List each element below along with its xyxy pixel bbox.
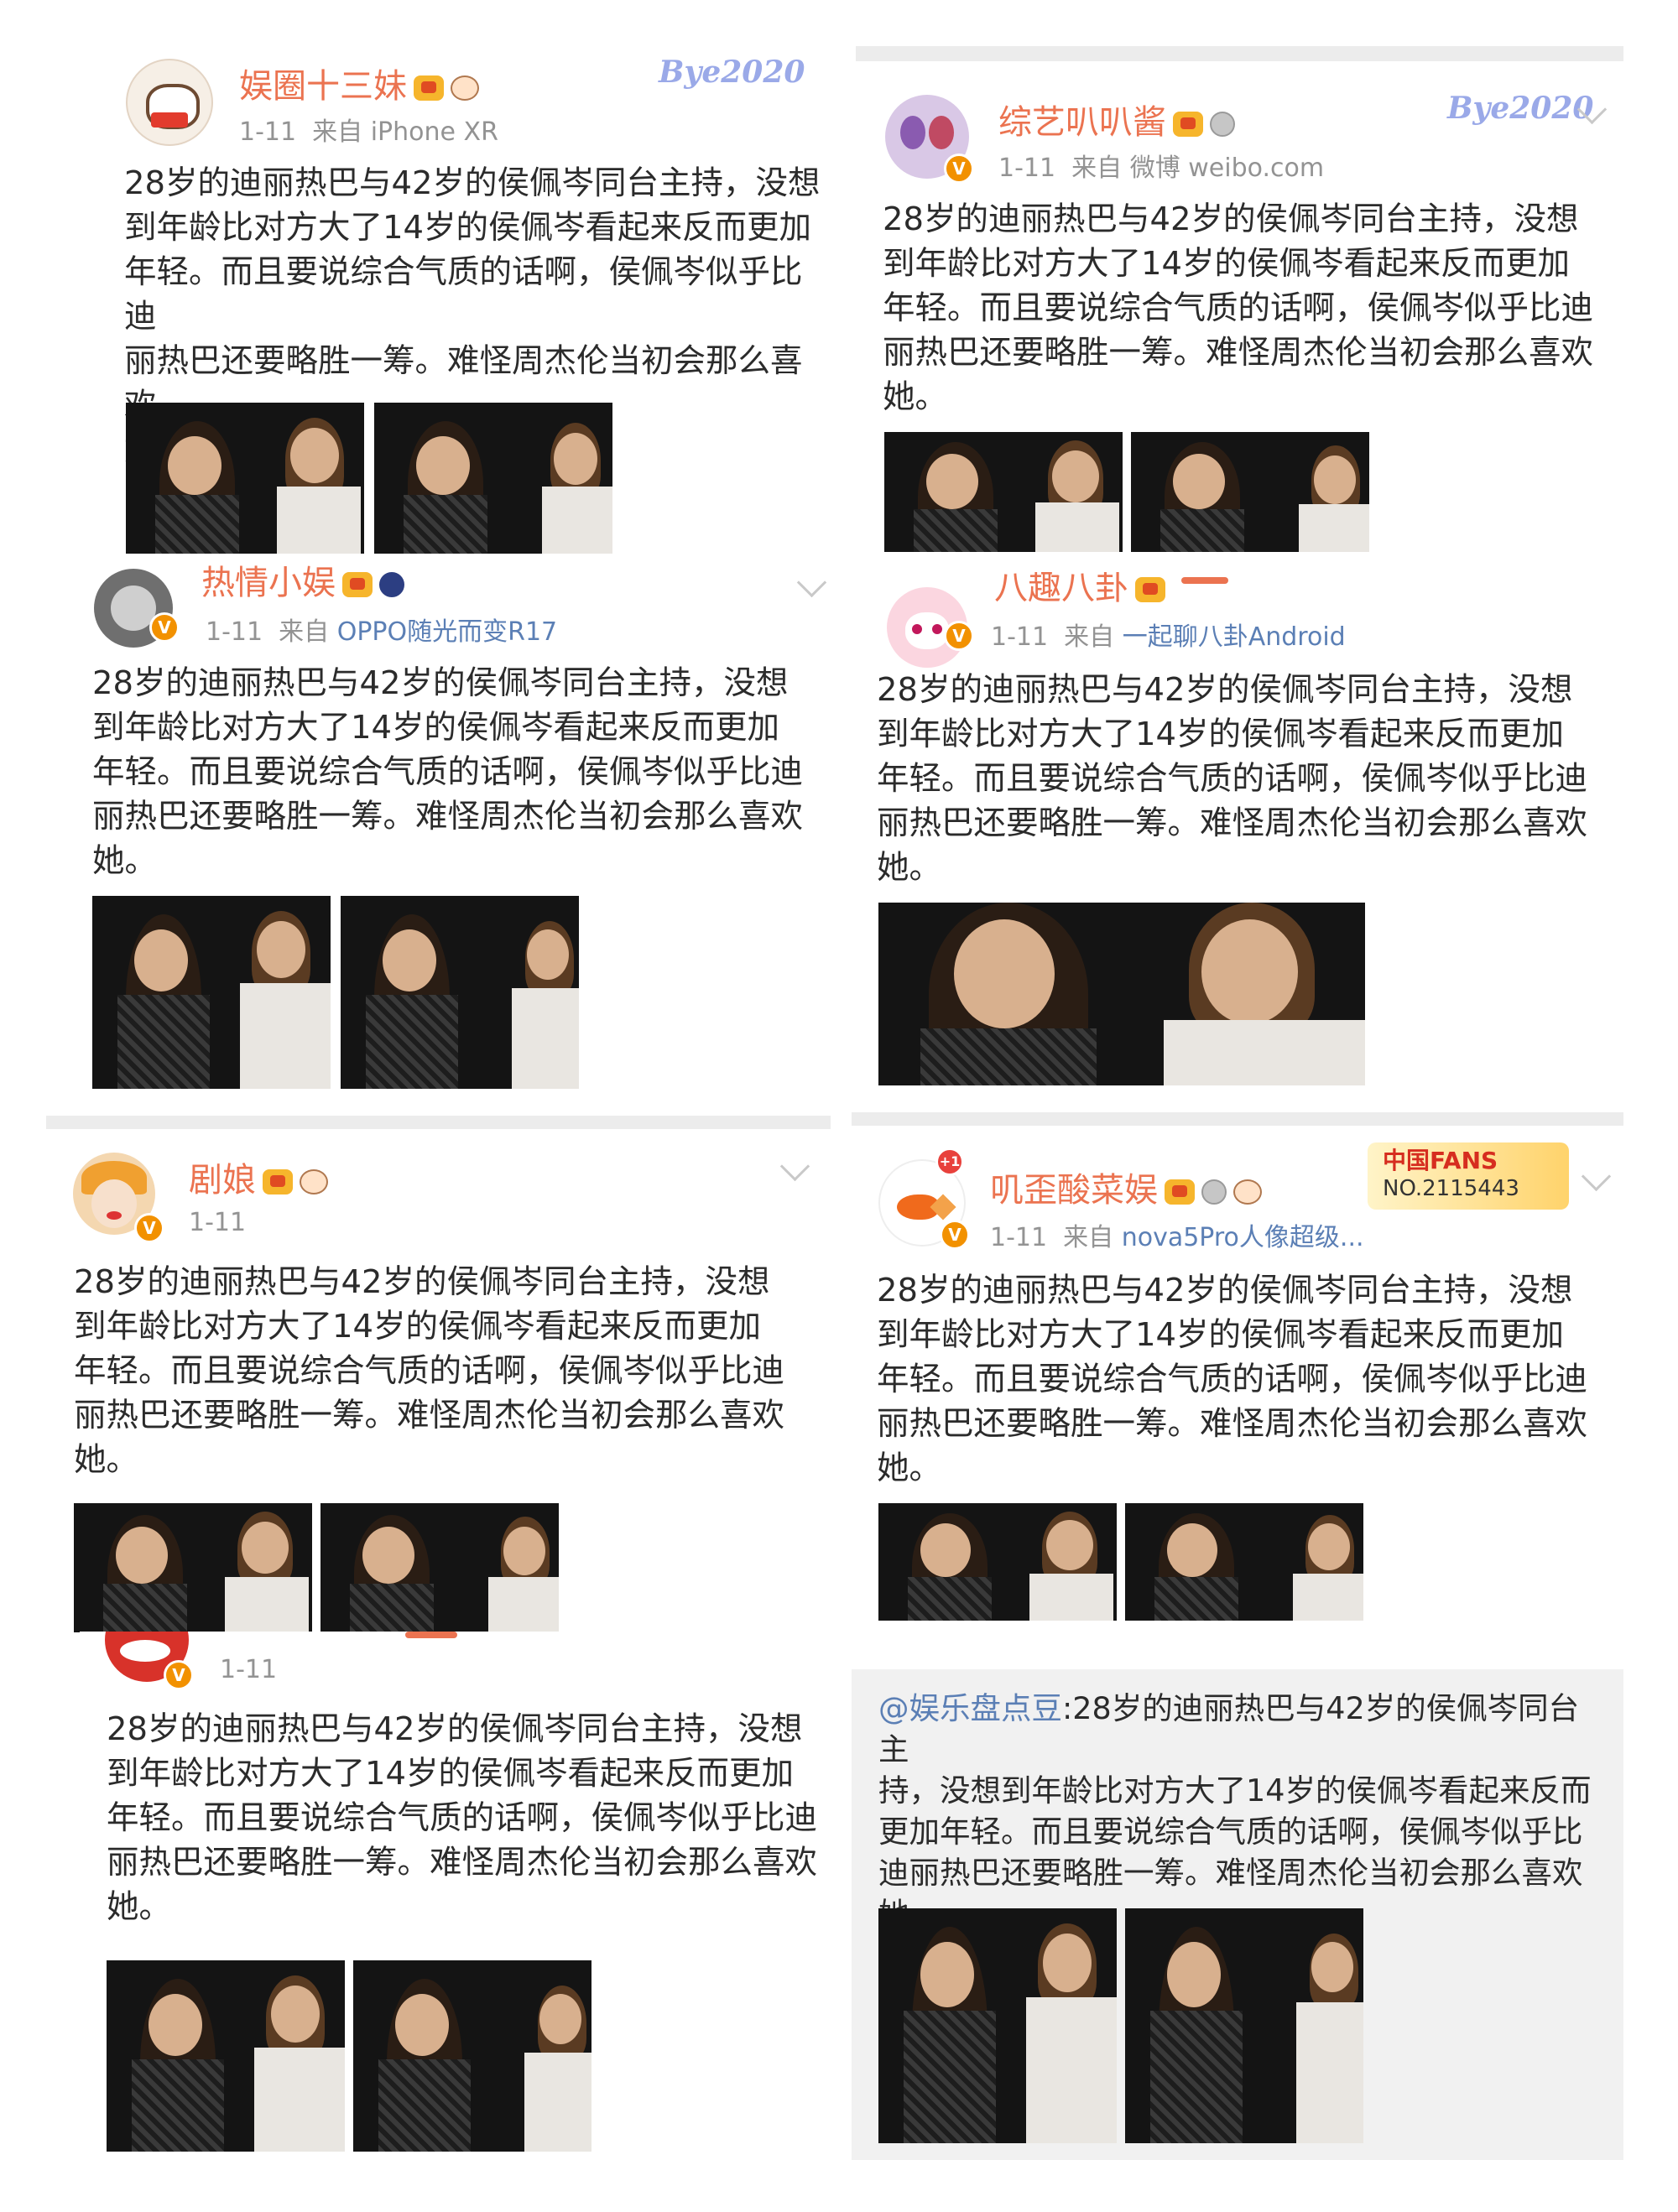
medal-icon [379, 572, 404, 597]
post-text: 28岁的迪丽热巴与42岁的侯佩岑同台主持，没想 到年龄比对方大了14岁的侯佩岑看… [74, 1263, 785, 1479]
vip-crown-icon [263, 1169, 293, 1194]
post-card: V 1-11 28岁的迪丽热巴与42岁的侯佩岑同台主持，没想 到年龄比对方大了1… [80, 1632, 835, 2152]
verified-v-icon: V [944, 154, 974, 184]
post-image[interactable] [126, 403, 364, 554]
post-image[interactable] [341, 896, 579, 1089]
vip-crown-icon [1165, 1179, 1195, 1205]
pig-face-icon [1233, 1179, 1262, 1205]
divider [46, 1116, 831, 1129]
post-text: 28岁的迪丽热巴与42岁的侯佩岑同台主持，没想 到年龄比对方大了14岁的侯佩岑看… [883, 200, 1594, 416]
post-meta: 1-11 [189, 1208, 247, 1237]
post-image[interactable] [878, 1503, 1117, 1621]
verified-v-icon: V [134, 1213, 164, 1243]
post-text: 28岁的迪丽热巴与42岁的侯佩岑同台主持，没想 到年龄比对方大了14岁的侯佩岑看… [107, 1710, 818, 1926]
pig-face-icon [300, 1169, 328, 1194]
pig-face-icon [451, 75, 479, 101]
plus-one-badge: +1 [935, 1148, 964, 1176]
fans-badge: 中国FANS NO.2115443 [1368, 1142, 1569, 1210]
bye2020-badge: Bye2020 [1447, 91, 1594, 126]
post-image[interactable] [107, 1960, 345, 2152]
avatar[interactable] [126, 59, 213, 146]
post-image[interactable] [374, 403, 612, 554]
verified-v-icon: V [164, 1660, 194, 1690]
post-card: V 八趣八卦 1-11 来自 一起聊八卦Android 28岁的迪丽热巴与42岁… [852, 572, 1623, 1085]
post-image[interactable] [1125, 1503, 1363, 1621]
post-card: V 热情小娱 1-11 来自 OPPO随光而变R17 28岁的迪丽热巴与42岁的… [50, 564, 831, 1094]
post-image[interactable] [353, 1960, 591, 2152]
post-image[interactable] [92, 896, 331, 1089]
username[interactable]: 剧娘 [189, 1153, 328, 1201]
repost-user-link[interactable]: @娱乐盘点豆 [878, 1690, 1062, 1726]
post-image[interactable] [320, 1503, 559, 1632]
chevron-down-icon[interactable] [779, 1151, 810, 1182]
post-meta: 1-11 来自 一起聊八卦Android [991, 622, 1346, 652]
post-source[interactable]: nova5Pro人像超级... [1122, 1223, 1364, 1252]
post-text: 28岁的迪丽热巴与42岁的侯佩岑同台主持，没想 到年龄比对方大了14岁的侯佩岑看… [92, 664, 804, 880]
username[interactable]: 八趣八卦 [994, 572, 1165, 609]
post-source[interactable]: OPPO随光而变R17 [337, 617, 557, 647]
post-card: +1 V 叽歪酸菜娱 中国FANS NO.2115443 1-11 来自 nov… [852, 1126, 1623, 1629]
post-image[interactable] [884, 432, 1123, 552]
username[interactable]: 综艺叭叭酱 [998, 95, 1235, 143]
post-source[interactable]: 微博 weibo.com [1130, 154, 1324, 183]
chevron-down-icon[interactable] [1581, 1161, 1612, 1192]
repost-text: @娱乐盘点豆:28岁的迪丽热巴与42岁的侯佩岑同台主 持，没想到年龄比对方大了1… [878, 1690, 1592, 1932]
post-meta: 1-11 来自 iPhone XR [239, 117, 498, 147]
post-meta: 1-11 来自 OPPO随光而变R17 [206, 617, 558, 647]
medal-icon [1210, 112, 1235, 137]
post-meta: 1-11 来自 nova5Pro人像超级... [990, 1223, 1364, 1252]
scroll-indicator [1181, 577, 1228, 584]
bye2020-badge: Bye2020 [659, 55, 805, 90]
post-image[interactable] [1125, 1908, 1363, 2143]
post-image[interactable] [74, 1503, 312, 1632]
post-source[interactable]: iPhone XR [371, 117, 498, 147]
post-card: V 综艺叭叭酱 Bye2020 1-11 来自 微博 weibo.com 28岁… [856, 61, 1623, 581]
post-image[interactable] [878, 1908, 1117, 2143]
vip-crown-icon [342, 572, 373, 597]
verified-v-icon: V [940, 1220, 970, 1250]
divider [852, 1112, 1623, 1126]
medal-icon [1201, 1179, 1227, 1205]
repost-card: @娱乐盘点豆:28岁的迪丽热巴与42岁的侯佩岑同台主 持，没想到年龄比对方大了1… [852, 1669, 1623, 2160]
post-source[interactable]: 一起聊八卦Android [1123, 622, 1346, 652]
post-card: 娱圈十三妹 Bye2020 1-11 来自 iPhone XR 28岁的迪丽热巴… [67, 34, 839, 554]
scroll-indicator [405, 1632, 457, 1638]
post-text: 28岁的迪丽热巴与42岁的侯佩岑同台主持，没想 到年龄比对方大了14岁的侯佩岑看… [877, 1272, 1588, 1487]
vip-crown-icon [1135, 577, 1165, 602]
divider [856, 46, 1623, 61]
post-image[interactable] [878, 903, 1365, 1085]
username[interactable]: 娱圈十三妹 [239, 59, 479, 107]
username[interactable]: 热情小娱 [201, 564, 404, 604]
post-image[interactable] [1131, 432, 1369, 552]
verified-v-icon: V [149, 612, 180, 643]
username[interactable]: 叽歪酸菜娱 [990, 1163, 1262, 1211]
chevron-down-icon[interactable] [796, 567, 827, 598]
vip-crown-icon [414, 75, 444, 101]
post-card: V 剧娘 1-11 28岁的迪丽热巴与42岁的侯佩岑同台主持，没想 到年龄比对方… [46, 1129, 831, 1632]
vip-crown-icon [1173, 112, 1203, 137]
post-text: 28岁的迪丽热巴与42岁的侯佩岑同台主持，没想 到年龄比对方大了14岁的侯佩岑看… [877, 671, 1588, 887]
verified-v-icon: V [944, 621, 974, 651]
post-meta: 1-11 来自 微博 weibo.com [998, 154, 1325, 183]
post-meta: 1-11 [220, 1655, 278, 1684]
